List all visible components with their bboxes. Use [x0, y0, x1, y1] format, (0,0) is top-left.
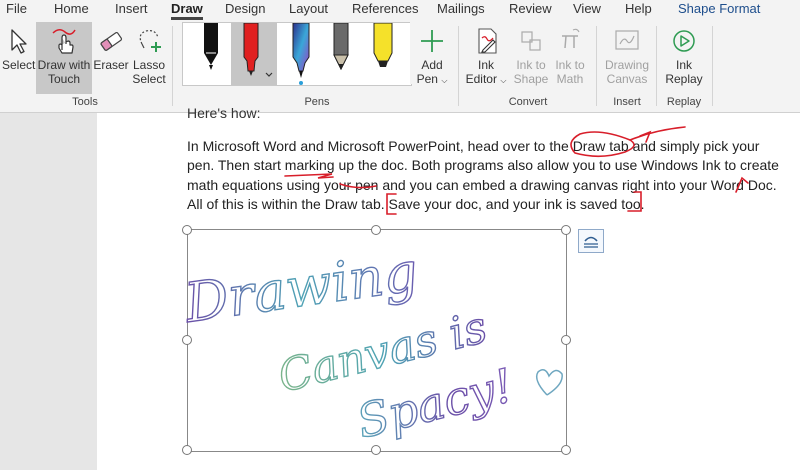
draw-with-touch-label-2: Touch [47, 72, 81, 86]
doc-cut-line: Here's how: [187, 105, 261, 121]
ribbon: Select Draw with Touch Eraser Lasso Sele… [0, 20, 800, 113]
ink-editor-icon [478, 28, 497, 54]
resize-handle-bottom-right[interactable] [561, 445, 571, 455]
tab-layout[interactable]: Layout [289, 0, 328, 20]
tab-view[interactable]: View [573, 0, 601, 20]
pen-black-icon [204, 23, 218, 70]
pen-pencil[interactable] [321, 22, 361, 85]
ink-editor-button[interactable]: Ink Editor ⌵ [464, 22, 508, 92]
resize-handle-top-right[interactable] [561, 225, 571, 235]
layout-options-button[interactable] [578, 229, 604, 253]
eraser-button[interactable]: Eraser [93, 22, 129, 92]
replay-group-label: Replay [666, 96, 702, 108]
touch-hand-icon [52, 29, 76, 54]
tab-design[interactable]: Design [225, 0, 265, 20]
pen-galaxy-icon [292, 22, 310, 85]
tab-draw[interactable]: Draw [171, 0, 203, 20]
tab-shape-format[interactable]: Shape Format [678, 0, 760, 20]
insert-group-label: Insert [613, 96, 641, 108]
tab-references[interactable]: References [352, 0, 418, 20]
ribbon-divider [656, 26, 657, 106]
ink-editor-label-1: Ink [477, 58, 494, 72]
drawing-canvas[interactable] [187, 229, 567, 452]
replay-icon [673, 30, 695, 52]
resize-handle-right[interactable] [561, 335, 571, 345]
resize-handle-bottom-left[interactable] [182, 445, 192, 455]
resize-handle-bottom[interactable] [371, 445, 381, 455]
drawing-canvas-label-2: Canvas [606, 72, 648, 86]
tab-review[interactable]: Review [509, 0, 552, 20]
resize-handle-left[interactable] [182, 335, 192, 345]
resize-handle-top-left[interactable] [182, 225, 192, 235]
ink-to-shape-button[interactable]: Ink to Shape [511, 22, 551, 92]
doc-line-2: pen. Then start marking up the doc. Both… [187, 157, 779, 173]
doc-line-3: math equations using your pen and you ca… [187, 177, 777, 193]
doc-line-4: All of this is within the Draw tab. Save… [187, 196, 645, 212]
plus-icon [421, 30, 443, 52]
pi-icon [562, 28, 580, 49]
eraser-icon [100, 31, 123, 51]
pen-galaxy[interactable] [281, 22, 321, 85]
tab-file[interactable]: File [6, 0, 27, 20]
drawing-canvas-label-1: Drawing [604, 58, 649, 72]
ink-replay-label-2: Replay [665, 72, 703, 86]
tab-mailings[interactable]: Mailings [437, 0, 485, 20]
ink-to-math-button[interactable]: Ink to Math [551, 22, 589, 92]
draw-with-touch-label-1: Draw with [37, 58, 91, 72]
add-pen-label-2: Pen ⌵ [412, 72, 452, 88]
doc-line-1: In Microsoft Word and Microsoft PowerPoi… [187, 138, 760, 154]
drawing-canvas-icon [615, 30, 639, 50]
lasso-icon [139, 30, 161, 52]
resize-handle-top[interactable] [371, 225, 381, 235]
ribbon-divider [596, 26, 597, 106]
ink-to-shape-icon [521, 31, 541, 51]
eraser-label: Eraser [93, 58, 129, 72]
lasso-label-1: Lasso [132, 58, 166, 72]
ink-replay-button[interactable]: Ink Replay [662, 22, 706, 92]
lasso-select-button[interactable]: Lasso Select [131, 22, 167, 92]
layout-options-icon [584, 236, 598, 248]
ribbon-tab-bar: File Home Insert Draw Design Layout Refe… [0, 0, 800, 20]
tab-insert[interactable]: Insert [115, 0, 148, 20]
convert-group-label: Convert [508, 96, 548, 108]
pen-red-icon [243, 22, 273, 77]
lasso-label-2: Select [132, 72, 166, 86]
ribbon-divider [172, 26, 173, 106]
ink-to-shape-label-1: Ink to [516, 58, 546, 72]
pen-red-selected[interactable] [231, 22, 277, 85]
add-pen-label-2-text: Pen [416, 72, 438, 86]
ribbon-divider [458, 26, 459, 106]
chevron-down-icon: ⌵ [441, 76, 448, 85]
select-button[interactable]: Select [2, 22, 36, 92]
pen-black[interactable] [191, 23, 231, 85]
add-pen-button[interactable]: Add Pen ⌵ [412, 22, 452, 92]
add-pen-label-1: Add [421, 58, 443, 72]
select-label: Select [2, 58, 36, 72]
chevron-down-icon: ⌵ [500, 76, 507, 85]
pen-highlighter[interactable] [363, 22, 403, 85]
pens-gallery [182, 22, 412, 86]
ink-to-math-label-1: Ink to [555, 58, 585, 72]
ink-replay-label-1: Ink [675, 58, 692, 72]
tools-group-label: Tools [72, 96, 98, 108]
tab-help[interactable]: Help [625, 0, 652, 20]
highlighter-icon [373, 22, 393, 67]
ribbon-divider [712, 26, 713, 106]
ink-to-math-label-2: Math [556, 72, 584, 86]
cursor-arrow-icon [11, 29, 27, 54]
drawing-canvas-button[interactable]: Drawing Canvas [602, 22, 652, 92]
ink-editor-label-2: Editor ⌵ [464, 72, 508, 88]
pencil-icon [333, 22, 349, 71]
ink-to-shape-label-2: Shape [513, 72, 549, 86]
tab-home[interactable]: Home [54, 0, 89, 20]
draw-with-touch-button[interactable]: Draw with Touch [36, 22, 92, 94]
ink-editor-label-2-text: Editor [465, 72, 497, 86]
